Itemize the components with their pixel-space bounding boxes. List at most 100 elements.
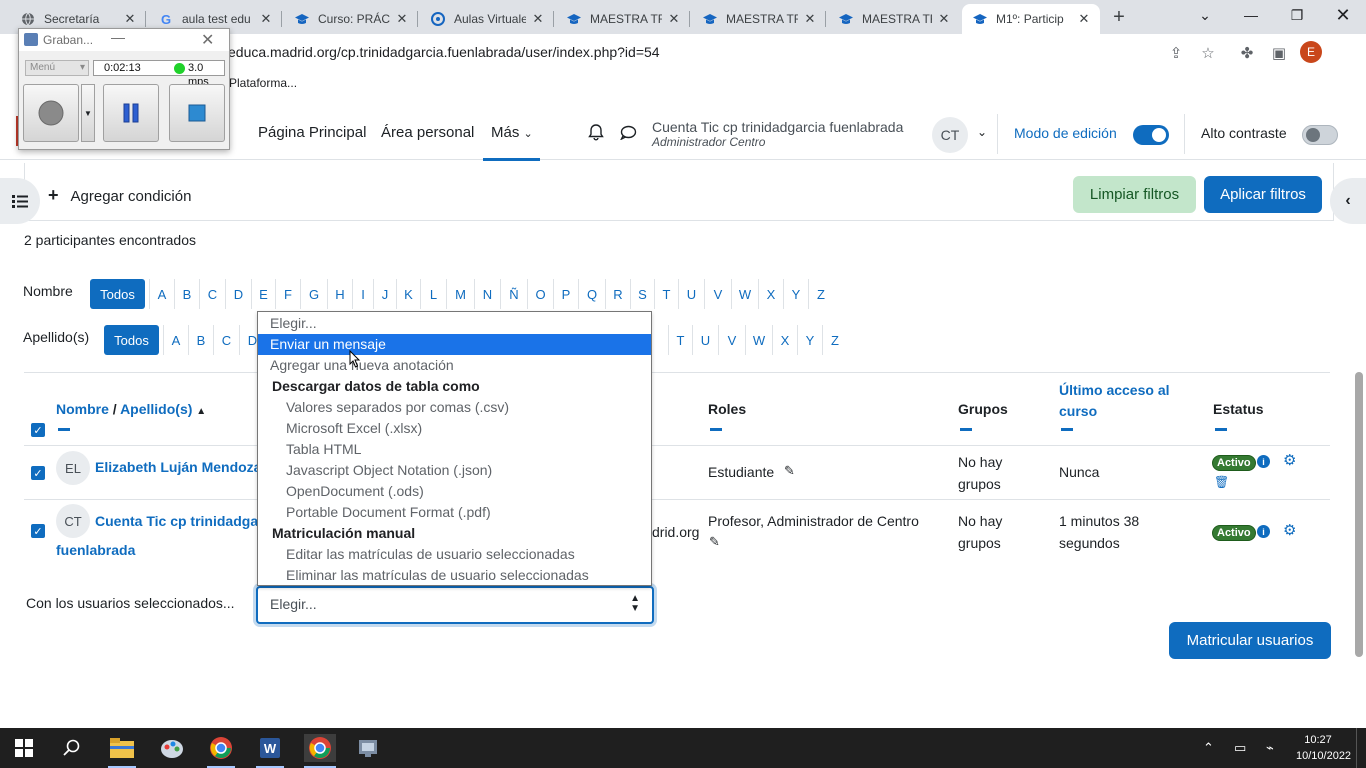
row-checkbox[interactable]: ✓ bbox=[31, 466, 45, 480]
messages-chat-icon[interactable] bbox=[618, 122, 638, 142]
sort-by-first-name[interactable]: Nombre bbox=[56, 401, 109, 417]
dropdown-option[interactable]: Enviar un mensaje bbox=[258, 334, 651, 355]
collapse-column-icon[interactable] bbox=[1061, 428, 1073, 431]
collapse-column-icon[interactable] bbox=[58, 428, 70, 431]
first-name-initial-letter[interactable]: B bbox=[174, 279, 199, 309]
first-name-initial-letter[interactable]: C bbox=[199, 279, 225, 309]
tab-close-icon[interactable]: ✕ bbox=[530, 11, 546, 27]
pause-button[interactable] bbox=[103, 84, 159, 142]
url-field[interactable]: educa.madrid.org/cp.trinidadgarcia.fuenl… bbox=[228, 44, 660, 60]
tab-close-icon[interactable]: ✕ bbox=[258, 11, 274, 27]
first-name-initial-letter[interactable]: G bbox=[300, 279, 327, 309]
close-window-button[interactable]: ✕ bbox=[1320, 0, 1366, 30]
select-all-checkbox[interactable]: ✓ bbox=[31, 423, 45, 437]
last-name-initial-letter[interactable]: U bbox=[692, 325, 718, 355]
chrome-profile-icon[interactable] bbox=[304, 734, 336, 762]
recorder-minimize-button[interactable]: — bbox=[111, 29, 125, 45]
dropdown-option[interactable]: Tabla HTML bbox=[258, 439, 651, 460]
recorder-app-icon[interactable] bbox=[354, 734, 382, 762]
browser-tab[interactable]: MAESTRA TR ✕ bbox=[692, 4, 826, 34]
file-explorer-icon[interactable] bbox=[108, 734, 136, 762]
bookmark-plataforma[interactable]: Plataforma... bbox=[229, 76, 297, 90]
high-contrast-toggle[interactable] bbox=[1302, 125, 1338, 145]
first-name-initial-letter[interactable]: N bbox=[474, 279, 500, 309]
chrome-icon[interactable] bbox=[207, 734, 235, 762]
nav-link-more[interactable]: Más ⌄ bbox=[491, 124, 533, 141]
dropdown-option[interactable]: Elegir... bbox=[258, 313, 651, 334]
show-desktop-button[interactable] bbox=[1356, 728, 1360, 768]
chevron-up-icon[interactable]: ⌃ bbox=[1203, 740, 1214, 756]
network-icon[interactable]: ⌁ bbox=[1266, 740, 1274, 756]
nav-link-dashboard[interactable]: Área personal bbox=[381, 124, 474, 141]
dropdown-option[interactable]: Agregar una nueva anotación bbox=[258, 355, 651, 376]
taskbar-clock[interactable]: 10:27 10/10/2022 bbox=[1296, 732, 1351, 764]
tab-close-icon[interactable]: ✕ bbox=[666, 11, 682, 27]
add-condition-button[interactable]: + Agregar condición bbox=[48, 185, 191, 206]
clear-filters-button[interactable]: Limpiar filtros bbox=[1073, 176, 1196, 213]
battery-icon[interactable]: ▭ bbox=[1234, 740, 1246, 756]
collapse-column-icon[interactable] bbox=[1215, 428, 1227, 431]
user-avatar[interactable]: CT bbox=[932, 117, 968, 153]
first-name-initial-letter[interactable]: K bbox=[396, 279, 420, 309]
stop-button[interactable] bbox=[169, 84, 225, 142]
dropdown-option[interactable]: Editar las matrículas de usuario selecci… bbox=[258, 544, 651, 565]
first-name-initial-letter[interactable]: Ñ bbox=[500, 279, 527, 309]
last-name-initial-letter[interactable]: Y bbox=[797, 325, 822, 355]
first-name-initial-letter[interactable]: Q bbox=[578, 279, 605, 309]
first-name-initial-letter[interactable]: E bbox=[251, 279, 275, 309]
browser-tab[interactable]: MAESTRA TR ✕ bbox=[556, 4, 690, 34]
browser-tab[interactable]: Curso: PRÁCT ✕ bbox=[284, 4, 418, 34]
last-name-initial-all[interactable]: Todos bbox=[104, 325, 159, 355]
windows-start-icon[interactable] bbox=[10, 734, 38, 762]
collapse-column-icon[interactable] bbox=[710, 428, 722, 431]
browser-tab[interactable]: M1º: Particip ✕ bbox=[962, 4, 1100, 34]
search-icon[interactable] bbox=[58, 734, 86, 762]
participant-name-link-line2[interactable]: fuenlabrada bbox=[56, 539, 135, 561]
pencil-icon[interactable]: ✎ bbox=[709, 534, 720, 550]
nav-link-home[interactable]: Página Principal bbox=[258, 124, 366, 141]
first-name-initial-letter[interactable]: Z bbox=[808, 279, 833, 309]
first-name-initial-letter[interactable]: F bbox=[275, 279, 300, 309]
recorder-menu-select[interactable]: Menú ▾ bbox=[25, 60, 89, 76]
first-name-initial-letter[interactable]: U bbox=[678, 279, 704, 309]
gear-icon[interactable]: ⚙ bbox=[1283, 521, 1296, 539]
last-name-initial-letter[interactable]: X bbox=[772, 325, 797, 355]
tab-close-icon[interactable]: ✕ bbox=[936, 11, 952, 27]
first-name-initial-letter[interactable]: P bbox=[553, 279, 578, 309]
dropdown-option[interactable]: Portable Document Format (.pdf) bbox=[258, 502, 651, 523]
tab-close-icon[interactable]: ✕ bbox=[122, 11, 138, 27]
tab-close-icon[interactable]: ✕ bbox=[802, 11, 818, 27]
last-name-initial-letter[interactable]: T bbox=[668, 325, 692, 355]
header-last-access[interactable]: Último acceso al curso bbox=[1059, 380, 1199, 422]
word-icon[interactable]: W bbox=[256, 734, 284, 762]
record-button[interactable] bbox=[23, 84, 79, 142]
first-name-initial-all[interactable]: Todos bbox=[90, 279, 145, 309]
notifications-bell-icon[interactable] bbox=[586, 122, 606, 142]
profile-avatar[interactable]: E bbox=[1300, 41, 1322, 63]
first-name-initial-letter[interactable]: M bbox=[446, 279, 474, 309]
paint-app-icon[interactable] bbox=[158, 734, 186, 762]
participant-name-link[interactable]: Cuenta Tic cp trinidadga bbox=[95, 510, 258, 532]
first-name-initial-letter[interactable]: X bbox=[758, 279, 783, 309]
dropdown-option[interactable]: Javascript Object Notation (.json) bbox=[258, 460, 651, 481]
dropdown-option[interactable]: Eliminar las matrículas de usuario selec… bbox=[258, 565, 651, 586]
first-name-initial-letter[interactable]: J bbox=[373, 279, 396, 309]
record-options-dropdown[interactable]: ▼ bbox=[81, 84, 95, 142]
info-icon[interactable]: i bbox=[1257, 525, 1270, 538]
new-tab-button[interactable]: + bbox=[1108, 6, 1130, 28]
bulk-action-select[interactable]: Elegir... ▲ ▼ bbox=[256, 586, 654, 624]
first-name-initial-letter[interactable]: H bbox=[327, 279, 352, 309]
last-name-initial-letter[interactable]: Z bbox=[822, 325, 847, 355]
page-scrollbar[interactable] bbox=[1355, 372, 1363, 657]
tab-close-icon[interactable]: ✕ bbox=[1076, 11, 1092, 27]
first-name-initial-letter[interactable]: T bbox=[654, 279, 678, 309]
row-checkbox[interactable]: ✓ bbox=[31, 524, 45, 538]
recorder-close-button[interactable]: ✕ bbox=[201, 30, 214, 50]
pencil-icon[interactable]: ✎ bbox=[784, 463, 795, 479]
info-icon[interactable]: i bbox=[1257, 455, 1270, 468]
participant-name-link[interactable]: Elizabeth Luján Mendoza bbox=[95, 456, 261, 478]
last-name-initial-letter[interactable]: C bbox=[213, 325, 239, 355]
gear-icon[interactable]: ⚙ bbox=[1283, 451, 1296, 469]
last-name-initial-letter[interactable]: A bbox=[163, 325, 188, 355]
collapse-column-icon[interactable] bbox=[960, 428, 972, 431]
